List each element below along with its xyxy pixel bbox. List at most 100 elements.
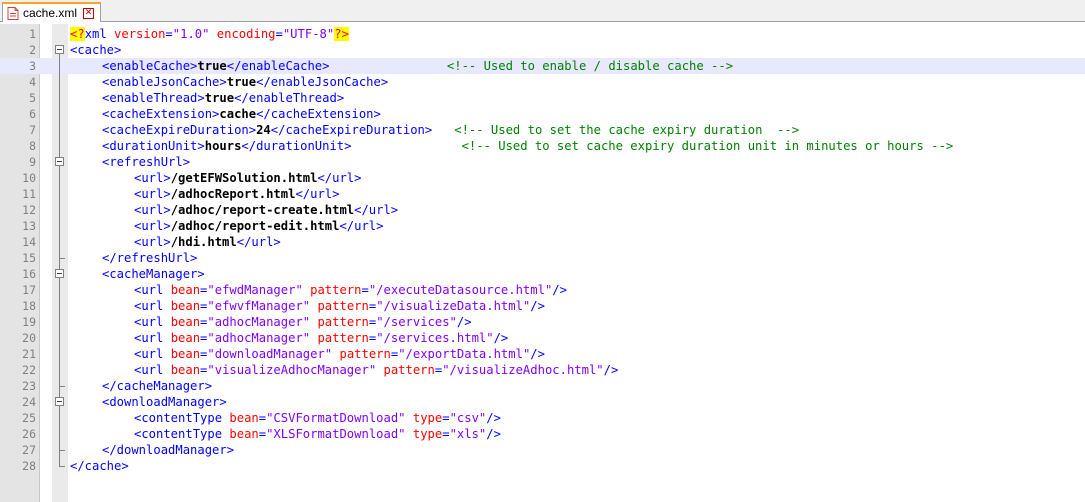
- code-token: <url>: [134, 171, 171, 185]
- code-text: <url bean="downloadManager" pattern="/ex…: [134, 346, 545, 362]
- fold-toggle-icon[interactable]: [55, 266, 66, 282]
- code-text: <enableCache>true</enableCache> <!-- Use…: [102, 58, 733, 74]
- code-token: </url>: [236, 235, 281, 249]
- code-line[interactable]: 26 <contentType bean="XLSFormatDownload" …: [0, 426, 1085, 442]
- code-line[interactable]: 16 <cacheManager>: [0, 266, 1085, 282]
- line-number: 15: [22, 251, 36, 265]
- code-line[interactable]: 23 </cacheManager>: [0, 378, 1085, 394]
- fold-line-icon: [55, 186, 66, 202]
- fold-line-icon: [55, 202, 66, 218]
- fold-toggle-icon[interactable]: [55, 42, 66, 58]
- code-lines: 1 <?xml version="1.0" encoding="UTF-8"?> 2…: [0, 26, 1085, 474]
- line-number: 3: [29, 59, 36, 73]
- code-line[interactable]: 15 </refreshUrl>: [0, 250, 1085, 266]
- code-text: <url bean="efwvfManager" pattern="/visua…: [134, 298, 545, 314]
- code-line[interactable]: 24 <downloadManager>: [0, 394, 1085, 410]
- code-line[interactable]: 10 <url>/getEFWSolution.html</url>: [0, 170, 1085, 186]
- code-line[interactable]: 19 <url bean="adhocManager" pattern="/ser…: [0, 314, 1085, 330]
- code-line[interactable]: 9 <refreshUrl>: [0, 154, 1085, 170]
- code-line[interactable]: 18 <url bean="efwvfManager" pattern="/vis…: [0, 298, 1085, 314]
- close-icon[interactable]: ✕: [83, 7, 95, 19]
- code-token: </url>: [354, 203, 399, 217]
- code-token: "efwdManager": [207, 283, 303, 297]
- code-line[interactable]: 2 <cache>: [0, 42, 1085, 58]
- code-line[interactable]: 20 <url bean="adhocManager" pattern="/ser…: [0, 330, 1085, 346]
- code-token: "CSVFormatDownload": [266, 411, 406, 425]
- tab-cache-xml[interactable]: cache.xml ✕: [2, 2, 102, 22]
- code-line[interactable]: 25 <contentType bean="CSVFormatDownload" …: [0, 410, 1085, 426]
- code-token: =: [258, 427, 267, 441]
- code-token: <!-- Used to enable / disable cache -->: [446, 59, 734, 73]
- line-number: 10: [22, 171, 36, 185]
- code-token: </cacheExtension>: [256, 107, 381, 121]
- code-line[interactable]: 21 <url bean="downloadManager" pattern="/…: [0, 346, 1085, 362]
- code-token: <?: [70, 27, 85, 41]
- fold-toggle-icon[interactable]: [55, 154, 66, 170]
- tab-bar: cache.xml ✕: [0, 0, 1085, 22]
- fold-toggle-icon[interactable]: [55, 394, 66, 410]
- code-token: bean: [170, 363, 201, 377]
- code-line[interactable]: 3 <enableCache>true</enableCache> <!-- Us…: [0, 58, 1085, 74]
- line-number: 19: [22, 315, 36, 329]
- code-line[interactable]: 7 <cacheExpireDuration>24</cacheExpireDur…: [0, 122, 1085, 138]
- line-number: 23: [22, 379, 36, 393]
- code-token: bean: [170, 283, 201, 297]
- code-line[interactable]: 11 <url>/adhocReport.html</url>: [0, 186, 1085, 202]
- code-editor[interactable]: 1 <?xml version="1.0" encoding="UTF-8"?> 2…: [0, 24, 1085, 502]
- line-number: 14: [22, 235, 36, 249]
- line-number: 4: [29, 75, 36, 89]
- code-line[interactable]: 8 <durationUnit>hours</durationUnit> <!--…: [0, 138, 1085, 154]
- code-text: </refreshUrl>: [102, 250, 197, 266]
- line-number: 24: [22, 395, 36, 409]
- code-token: "csv": [449, 411, 487, 425]
- code-token: "adhocManager": [207, 331, 311, 345]
- code-token: />: [486, 411, 501, 425]
- code-line[interactable]: 13 <url>/adhoc/report-edit.html</url>: [0, 218, 1085, 234]
- code-line[interactable]: 1 <?xml version="1.0" encoding="UTF-8"?>: [0, 26, 1085, 42]
- fold-line-icon: [55, 138, 66, 154]
- code-token: <contentType: [134, 411, 230, 425]
- fold-line-icon: [55, 298, 66, 314]
- code-line[interactable]: 27 </downloadManager>: [0, 442, 1085, 458]
- code-token: <enableCache>: [102, 59, 198, 73]
- code-token: hours: [204, 139, 242, 153]
- code-token: "efwvfManager": [207, 299, 311, 313]
- code-token: 24: [256, 123, 271, 137]
- code-token: "xls": [449, 427, 487, 441]
- code-token: version: [114, 27, 166, 41]
- code-token: <url>: [134, 235, 171, 249]
- code-token: bean: [170, 315, 201, 329]
- code-text: <?xml version="1.0" encoding="UTF-8"?>: [70, 26, 349, 42]
- code-line[interactable]: 5 <enableThread>true</enableThread>: [0, 90, 1085, 106]
- code-text: <downloadManager>: [102, 394, 227, 410]
- code-line[interactable]: 12 <url>/adhoc/report-create.html</url>: [0, 202, 1085, 218]
- code-text: <url bean="efwdManager" pattern="/execut…: [134, 282, 567, 298]
- fold-line-icon: [55, 362, 66, 378]
- code-line[interactable]: 14 <url>/hdi.html</url>: [0, 234, 1085, 250]
- code-token: </enableThread>: [234, 91, 345, 105]
- line-number: 2: [29, 43, 36, 57]
- code-line[interactable]: 4 <enableJsonCache>true</enableJsonCache>: [0, 74, 1085, 90]
- code-text: <url bean="adhocManager" pattern="/servi…: [134, 314, 472, 330]
- code-text: <cache>: [70, 42, 121, 58]
- fold-line-icon: [55, 442, 66, 458]
- line-number: 12: [22, 203, 36, 217]
- code-token: "downloadManager": [207, 347, 333, 361]
- code-token: bean: [170, 331, 201, 345]
- code-token: <url>: [134, 203, 171, 217]
- code-line[interactable]: 22 <url bean="visualizeAdhocManager" patt…: [0, 362, 1085, 378]
- code-token: pattern: [317, 331, 369, 345]
- code-line[interactable]: 28 </cache>: [0, 458, 1085, 474]
- code-token: />: [486, 427, 501, 441]
- code-token: />: [456, 315, 472, 329]
- code-token: type: [412, 411, 443, 425]
- fold-line-icon: [55, 26, 66, 42]
- code-token: <!-- Used to set the cache expiry durati…: [454, 123, 800, 137]
- code-text: <url>/adhoc/report-create.html</url>: [134, 202, 398, 218]
- code-line[interactable]: 17 <url bean="efwdManager" pattern="/exec…: [0, 282, 1085, 298]
- code-line[interactable]: 6 <cacheExtension>cache</cacheExtension>: [0, 106, 1085, 122]
- fold-line-icon: [55, 170, 66, 186]
- code-token: </enableCache>: [226, 59, 330, 73]
- code-text: <url bean="adhocManager" pattern="/servi…: [134, 330, 508, 346]
